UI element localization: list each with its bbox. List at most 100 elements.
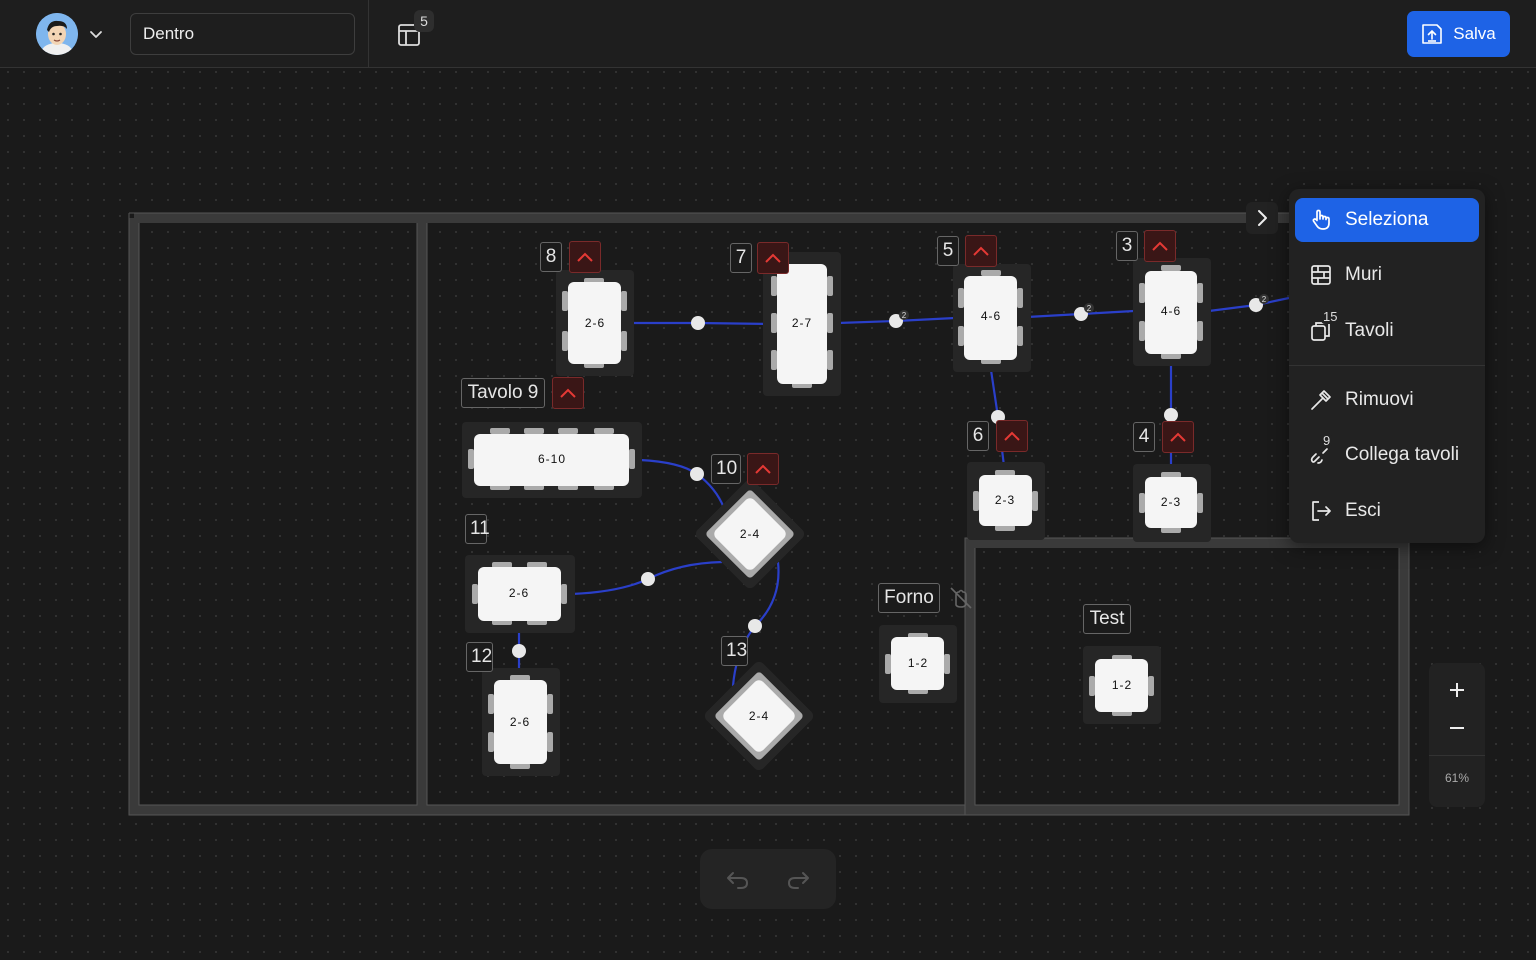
table-5[interactable]: 4-6: [953, 264, 1031, 372]
minus-icon: [1450, 727, 1464, 729]
table-label-6[interactable]: 6: [967, 421, 989, 451]
table-label-12[interactable]: 12: [466, 642, 493, 672]
connection-count: 2: [1262, 295, 1267, 304]
avatar[interactable]: [36, 13, 78, 55]
menu-item-label: Esci: [1345, 500, 1381, 521]
room-name-input[interactable]: [130, 13, 355, 55]
table-capacity: 4-6: [1161, 304, 1181, 318]
collapse-toolbar-button[interactable]: [1246, 202, 1278, 234]
menu-divider: [1289, 365, 1485, 366]
menu-item-label: Muri: [1345, 264, 1382, 285]
table-8-up-button[interactable]: [569, 241, 601, 273]
menu-item-tavoli[interactable]: 15 Tavoli: [1295, 309, 1479, 353]
table-label-5[interactable]: 5: [937, 236, 959, 266]
zoom-in-button[interactable]: [1429, 671, 1485, 709]
save-button[interactable]: Salva: [1407, 11, 1510, 57]
undo-icon[interactable]: [724, 865, 752, 893]
connection-count: 2: [1087, 304, 1092, 313]
redo-icon[interactable]: [784, 865, 812, 893]
menu-item-esci[interactable]: Esci: [1295, 489, 1479, 533]
table-label-4[interactable]: 4: [1133, 422, 1155, 452]
tables-icon: 15: [1309, 309, 1340, 343]
chevron-down-icon[interactable]: [88, 26, 104, 42]
table-11[interactable]: 2-6: [465, 555, 575, 633]
zoom-out-button[interactable]: [1429, 709, 1485, 747]
menu-item-seleziona[interactable]: Seleziona: [1295, 198, 1479, 242]
table-capacity: 4-6: [981, 309, 1001, 323]
table-6[interactable]: 2-3: [967, 462, 1045, 540]
table-label-13[interactable]: 13: [721, 636, 748, 666]
hand-off-icon: [950, 587, 972, 609]
tool-menu: Seleziona Muri 15 Tavoli Rimuovi 9 Colle…: [1289, 189, 1485, 543]
table-forno[interactable]: 1-2: [879, 625, 957, 703]
table-test[interactable]: 1-2: [1083, 646, 1161, 724]
menu-item-collega-tavoli[interactable]: 9 Collega tavoli: [1295, 433, 1479, 477]
table-3[interactable]: 4-6: [1133, 258, 1211, 366]
table-4-up-button[interactable]: [1162, 421, 1194, 453]
menu-item-label: Collega tavoli: [1345, 444, 1460, 465]
table-6-up-button[interactable]: [996, 420, 1028, 452]
table-capacity: 2-7: [792, 316, 812, 330]
table-capacity: 2-6: [509, 586, 529, 600]
chevron-up-icon: [1004, 431, 1020, 441]
table-9[interactable]: 6-10: [462, 422, 642, 498]
divider: [368, 0, 369, 68]
table-13[interactable]: 2-4: [702, 659, 815, 772]
menu-item-rimuovi[interactable]: Rimuovi: [1295, 378, 1479, 422]
connection-count: 2: [902, 311, 907, 320]
menu-item-label: Seleziona: [1345, 209, 1429, 230]
table-capacity: 1-2: [1112, 678, 1132, 692]
table-7-up-button[interactable]: [757, 242, 789, 274]
zoom-divider: [1429, 755, 1485, 756]
table-capacity: 1-2: [908, 656, 928, 670]
table-label-forno[interactable]: Forno: [878, 583, 940, 613]
table-label-8[interactable]: 8: [540, 242, 562, 272]
table-capacity: 2-4: [749, 709, 769, 723]
tavoli-count-badge: 15: [1321, 309, 1340, 324]
menu-item-muri[interactable]: Muri: [1295, 253, 1479, 297]
table-capacity: 2-6: [585, 316, 605, 330]
chevron-up-icon: [577, 252, 593, 262]
table-10[interactable]: 2-4: [693, 477, 806, 590]
hammer-icon: [1309, 388, 1333, 412]
table-8[interactable]: 2-6: [556, 270, 634, 376]
collega-count-badge: 9: [1321, 433, 1333, 448]
table-10-up-button[interactable]: [747, 453, 779, 485]
table-forno-disabled-toggle[interactable]: [947, 584, 975, 612]
table-capacity: 2-6: [510, 715, 530, 729]
table-5-up-button[interactable]: [965, 235, 997, 267]
logout-icon: [1309, 499, 1333, 523]
table-label-11[interactable]: 11: [465, 514, 490, 544]
layout-count-badge: 5: [414, 10, 434, 32]
table-label-10[interactable]: 10: [711, 454, 741, 484]
chevron-up-icon: [755, 464, 771, 474]
wall-grid-icon: [1309, 263, 1333, 287]
menu-item-label: Tavoli: [1345, 320, 1394, 341]
chevron-up-icon: [973, 246, 989, 256]
table-capacity: 2-4: [740, 527, 760, 541]
table-12[interactable]: 2-6: [482, 668, 560, 776]
undo-redo-bar: [700, 849, 836, 909]
plus-icon: [1450, 683, 1464, 697]
table-label-3[interactable]: 3: [1116, 231, 1138, 261]
table-3-up-button[interactable]: [1144, 230, 1176, 262]
menu-item-label: Rimuovi: [1345, 389, 1414, 410]
chevron-up-icon: [1152, 241, 1168, 251]
chevron-up-icon: [560, 388, 576, 398]
top-bar: 5 Salva: [0, 0, 1536, 68]
zoom-level: 61%: [1444, 771, 1470, 785]
table-capacity: 2-3: [1161, 495, 1181, 509]
table-4[interactable]: 2-3: [1133, 464, 1211, 542]
table-label-9[interactable]: Tavolo 9: [461, 378, 545, 408]
upload-icon: [1422, 24, 1443, 44]
table-capacity: 2-3: [995, 493, 1015, 507]
pointer-hand-icon: [1309, 208, 1333, 232]
table-label-7[interactable]: 7: [730, 243, 752, 273]
save-button-label: Salva: [1453, 24, 1496, 43]
table-9-up-button[interactable]: [552, 377, 584, 409]
link-icon: 9: [1309, 433, 1333, 467]
avatar-illustration-icon: [36, 13, 78, 55]
table-capacity: 6-10: [538, 452, 566, 466]
table-label-test[interactable]: Test: [1083, 604, 1131, 634]
chevron-up-icon: [1170, 432, 1186, 442]
